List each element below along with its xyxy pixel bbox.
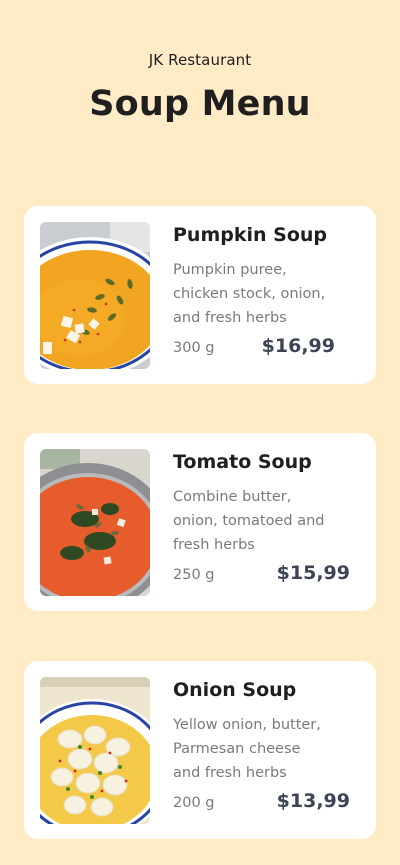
item-weight: 250 g [173,567,215,583]
item-price: $13,99 [276,790,350,812]
item-description: Combine butter, onion, tomatoed and fres… [173,489,325,553]
item-weight: 300 g [173,340,215,356]
item-price: $15,99 [276,562,350,584]
item-price: $16,99 [261,335,335,357]
item-name: Pumpkin Soup [173,224,328,246]
pumpkin-soup-image [40,222,150,369]
page-header: JK Restaurant Soup Menu [0,0,400,160]
menu-item-card-pumpkin-soup[interactable]: Pumpkin Soup Pumpkin puree, chicken stoc… [24,206,376,384]
menu-item-card-onion-soup[interactable]: Onion Soup Yellow onion, butter, Parmesa… [24,661,376,839]
restaurant-name: JK Restaurant [148,51,252,69]
item-description: Yellow onion, butter, Parmesan cheese an… [173,717,321,781]
item-name: Tomato Soup [173,451,312,473]
item-description: Pumpkin puree, chicken stock, onion, and… [173,262,326,326]
item-weight: 200 g [173,795,215,811]
item-name: Onion Soup [173,679,297,701]
page-title: Soup Menu [89,84,311,124]
tomato-soup-image [40,449,150,596]
menu-item-card-tomato-soup[interactable]: Tomato Soup Combine butter, onion, tomat… [24,433,376,611]
onion-soup-image [40,677,150,824]
